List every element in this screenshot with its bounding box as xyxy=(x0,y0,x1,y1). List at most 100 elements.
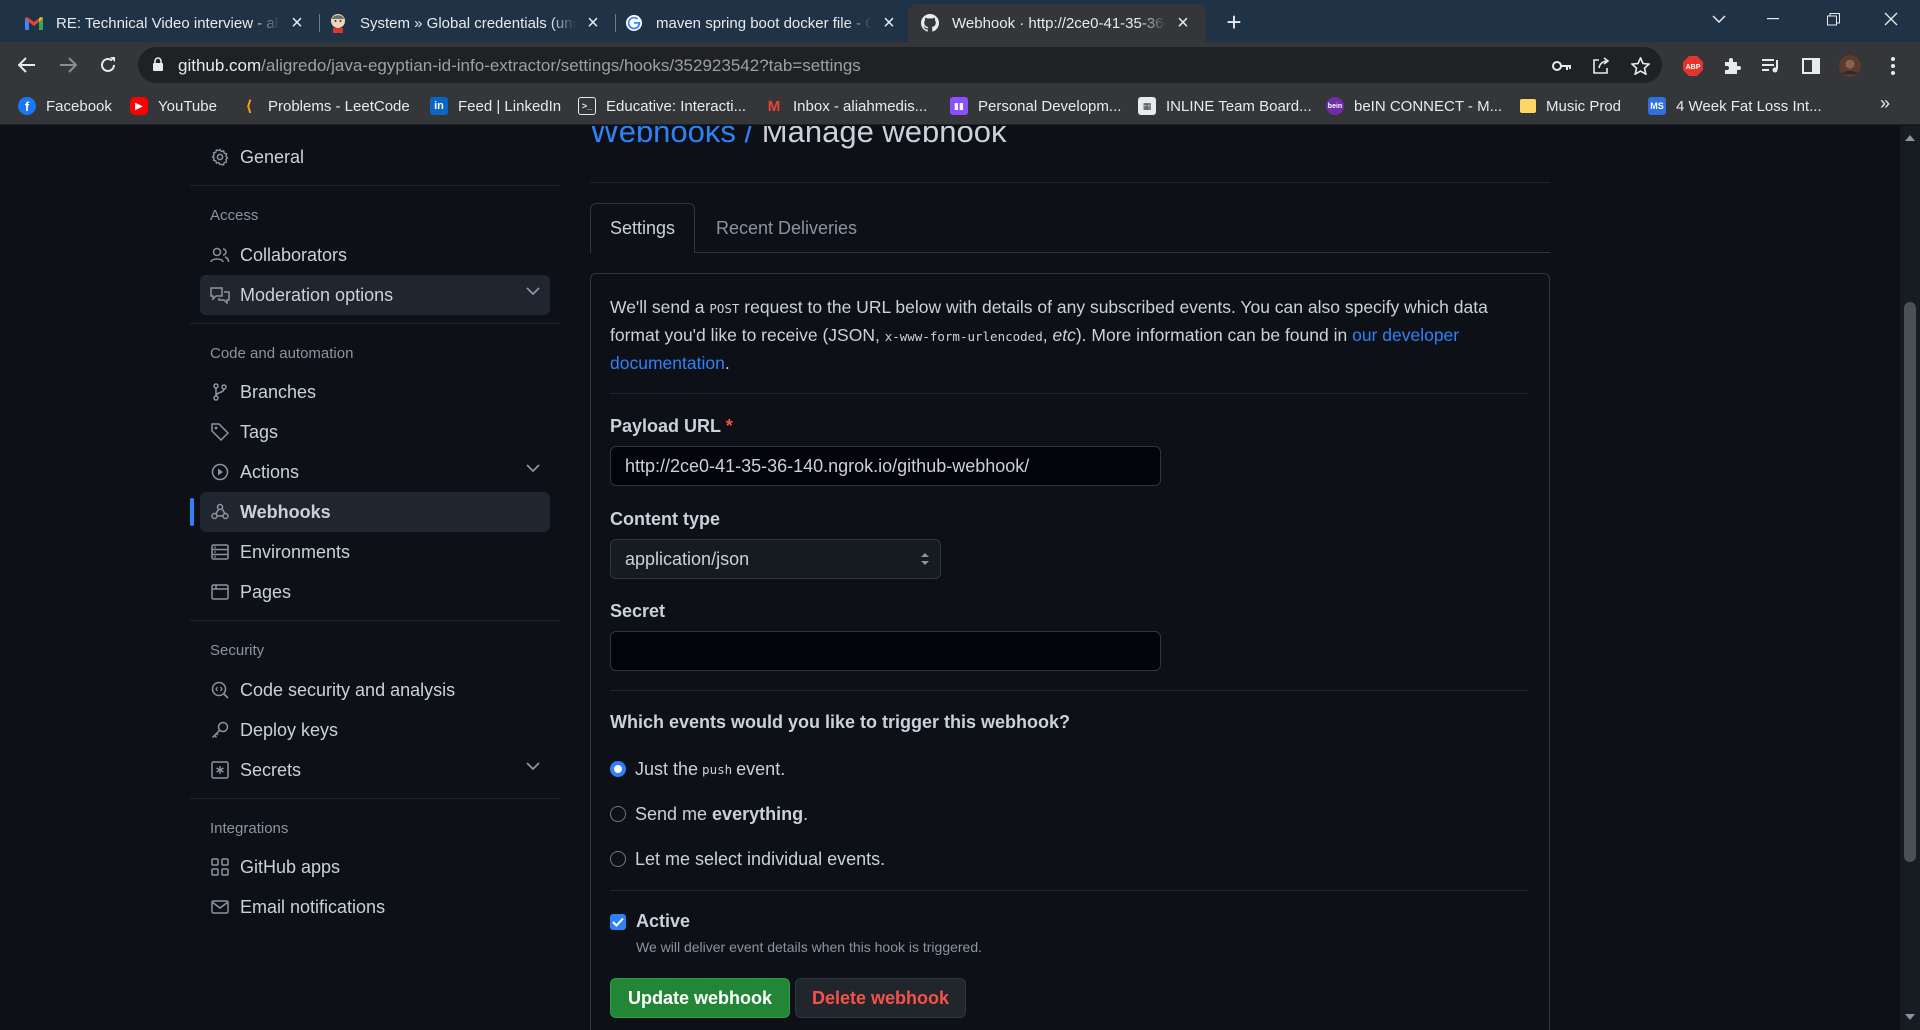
bookmark-facebook[interactable]: f Facebook xyxy=(18,95,112,117)
bookmarks-overflow-button[interactable]: » xyxy=(1880,93,1890,114)
scrollbar-thumb[interactable] xyxy=(1904,302,1916,862)
git-branch-icon xyxy=(210,382,230,402)
bookmark-educative[interactable]: >_ Educative: Interacti... xyxy=(578,95,746,117)
radio-individual[interactable] xyxy=(610,851,626,867)
radio-everything[interactable] xyxy=(610,806,626,822)
profile-avatar[interactable] xyxy=(1839,55,1861,77)
bookmark-inline[interactable]: ▦ INLINE Team Board... xyxy=(1138,95,1312,117)
sidebar-item-label: Code security and analysis xyxy=(240,679,456,700)
radio-push[interactable] xyxy=(610,761,626,777)
new-tab-button[interactable]: + xyxy=(1220,7,1248,37)
payload-url-label: Payload URL * xyxy=(610,416,733,437)
extensions-icon[interactable] xyxy=(1721,55,1743,77)
forward-icon[interactable] xyxy=(54,51,82,79)
bookmark-trello[interactable]: ▮▮ Personal Developm... xyxy=(950,95,1121,117)
reload-icon[interactable] xyxy=(94,51,122,79)
chevron-down-icon[interactable] xyxy=(526,762,540,771)
content-type-select[interactable]: application/json xyxy=(610,539,941,579)
browser-tab-webhook[interactable]: Webhook · http://2ce0-41-35-36-140.ngrok… xyxy=(908,4,1206,42)
close-icon[interactable]: × xyxy=(584,13,602,33)
people-icon xyxy=(210,245,230,265)
secret-input[interactable] xyxy=(610,631,1161,671)
back-icon[interactable] xyxy=(13,51,41,79)
sidebar-item-label: Moderation options xyxy=(240,284,394,305)
sidebar-heading-access: Access xyxy=(210,207,259,224)
sidebar-item-deploy-keys[interactable]: Deploy keys xyxy=(200,710,550,750)
close-icon[interactable]: × xyxy=(880,13,898,33)
active-label[interactable]: Active xyxy=(636,911,690,932)
sidebar-item-moderation[interactable]: Moderation options xyxy=(200,275,550,315)
tab-search-icon[interactable] xyxy=(1696,0,1742,38)
close-icon[interactable]: × xyxy=(288,13,306,33)
browser-menu-icon[interactable] xyxy=(1882,55,1904,77)
chevron-down-icon[interactable] xyxy=(526,464,540,473)
event-option-push[interactable]: Just the push event. xyxy=(610,758,785,780)
active-checkbox[interactable] xyxy=(610,914,626,930)
bookmark-inbox[interactable]: M Inbox - aliahmedis... xyxy=(765,95,927,117)
radio-label-text: event. xyxy=(736,758,786,779)
sidebar-item-general[interactable]: General xyxy=(200,137,550,177)
adblock-icon[interactable]: ABP xyxy=(1682,55,1704,77)
bookmark-music-prod[interactable]: Music Prod xyxy=(1520,95,1621,117)
sidebar-item-secrets[interactable]: Secrets xyxy=(200,750,550,790)
key-icon[interactable] xyxy=(1552,56,1572,76)
window-close-icon[interactable] xyxy=(1868,0,1914,38)
event-option-everything[interactable]: Send me everything. xyxy=(610,803,808,825)
restore-icon[interactable] xyxy=(1810,0,1856,38)
webhook-icon xyxy=(210,502,230,522)
sidebar-item-label: Actions xyxy=(240,461,300,482)
sidebar-item-label: Tags xyxy=(240,421,279,442)
sidebar-divider xyxy=(190,798,560,799)
bookmark-linkedin[interactable]: in Feed | LinkedIn xyxy=(430,95,561,117)
bookmark-youtube[interactable]: ▶ YouTube xyxy=(130,95,217,117)
browser-tab-google[interactable]: maven spring boot docker file - Google S… xyxy=(612,4,912,42)
sidebar-item-email-notifications[interactable]: Email notifications xyxy=(200,887,550,927)
sidebar-item-environments[interactable]: Environments xyxy=(200,532,550,572)
chevron-down-icon[interactable] xyxy=(526,287,540,296)
sidebar-item-webhooks[interactable]: Webhooks xyxy=(190,492,550,532)
bookmark-bein[interactable]: bein beIN CONNECT - M... xyxy=(1326,95,1502,117)
tab-settings[interactable]: Settings xyxy=(590,203,695,253)
bookmark-label: INLINE Team Board... xyxy=(1166,97,1312,115)
sidebar-item-label: Webhooks xyxy=(240,501,331,522)
bookmark-star-icon[interactable] xyxy=(1630,56,1650,76)
bookmark-fat-loss[interactable]: MS 4 Week Fat Loss Int... xyxy=(1648,95,1822,117)
browser-tab-jenkins[interactable]: System » Global credentials (unrestricte… xyxy=(316,4,616,42)
sidebar-item-collaborators[interactable]: Collaborators xyxy=(200,235,550,275)
breadcrumb-webhooks[interactable]: Webhooks xyxy=(590,126,736,149)
share-icon[interactable] xyxy=(1591,56,1611,76)
lock-icon[interactable] xyxy=(152,57,164,72)
sidebar-item-tags[interactable]: Tags xyxy=(200,412,550,452)
sidebar-item-code-security[interactable]: Code security and analysis xyxy=(200,670,550,710)
minimize-icon[interactable] xyxy=(1750,0,1796,38)
sidebar-item-actions[interactable]: Actions xyxy=(200,452,550,492)
scroll-down-arrow[interactable] xyxy=(1905,1014,1915,1020)
mail-icon xyxy=(210,897,230,917)
media-control-icon[interactable] xyxy=(1760,55,1782,77)
delete-webhook-button[interactable]: Delete webhook xyxy=(795,978,966,1018)
sidebar-item-branches[interactable]: Branches xyxy=(200,372,550,412)
scroll-up-arrow[interactable] xyxy=(1905,135,1915,141)
required-mark: * xyxy=(725,416,733,436)
address-bar[interactable]: github.com/aligredo/java-egyptian-id-inf… xyxy=(138,47,1662,83)
gear-icon xyxy=(210,147,230,167)
sidebar-divider xyxy=(190,620,560,621)
page-scrollbar[interactable] xyxy=(1900,126,1920,1030)
github-icon xyxy=(920,13,940,33)
event-option-individual[interactable]: Let me select individual events. xyxy=(610,848,885,870)
sidebar-item-label: General xyxy=(240,146,305,167)
trello-icon: ▮▮ xyxy=(950,97,968,115)
address-url[interactable]: github.com/aligredo/java-egyptian-id-inf… xyxy=(178,56,861,76)
update-webhook-button[interactable]: Update webhook xyxy=(610,978,790,1018)
browser-tab-gmail[interactable]: RE: Technical Video interview - aliahmed… xyxy=(12,4,320,42)
sidebar-item-pages[interactable]: Pages xyxy=(200,572,550,612)
payload-url-input[interactable]: http://2ce0-41-35-36-140.ngrok.io/github… xyxy=(610,446,1161,486)
sidebar-item-github-apps[interactable]: GitHub apps xyxy=(200,847,550,887)
side-panel-icon[interactable] xyxy=(1800,55,1822,77)
bookmark-leetcode[interactable]: ⟨ Problems - LeetCode xyxy=(240,95,410,117)
radio-label-text: . xyxy=(803,803,809,824)
tab-recent-deliveries[interactable]: Recent Deliveries xyxy=(700,203,873,253)
educative-icon: >_ xyxy=(578,97,596,115)
close-icon[interactable]: × xyxy=(1174,13,1192,33)
sidebar-divider xyxy=(190,323,560,324)
